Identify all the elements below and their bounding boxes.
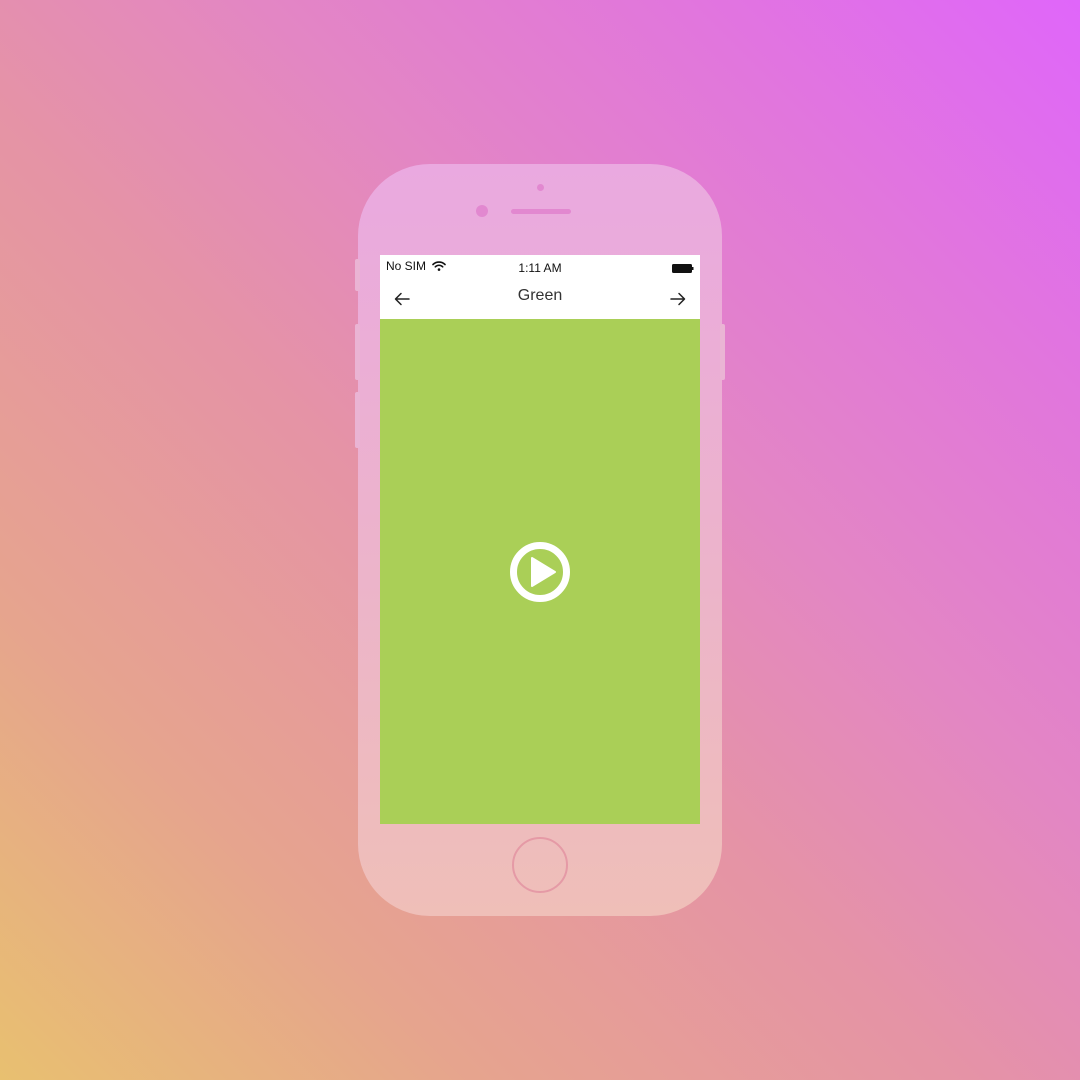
phone-frame: No SIM 1:11 AM Green xyxy=(355,164,725,916)
front-camera xyxy=(476,205,488,217)
play-circle-icon xyxy=(510,541,570,602)
battery-full-icon xyxy=(672,264,694,273)
video-content-area xyxy=(380,319,700,824)
home-button[interactable] xyxy=(512,837,568,893)
earpiece-speaker xyxy=(511,209,571,214)
power-button xyxy=(720,324,725,380)
navigation-bar: Green xyxy=(380,279,700,319)
volume-up-button xyxy=(355,324,360,380)
page-title: Green xyxy=(517,287,563,304)
status-bar: No SIM 1:11 AM xyxy=(380,255,700,279)
proximity-sensor xyxy=(537,184,544,191)
phone-screen: No SIM 1:11 AM Green xyxy=(380,255,700,824)
status-time: 1:11 AM xyxy=(518,261,562,275)
forward-button[interactable] xyxy=(666,287,690,311)
play-button[interactable] xyxy=(508,540,572,604)
mute-switch xyxy=(355,259,360,291)
volume-down-button xyxy=(355,392,360,448)
arrow-right-icon xyxy=(670,292,686,306)
